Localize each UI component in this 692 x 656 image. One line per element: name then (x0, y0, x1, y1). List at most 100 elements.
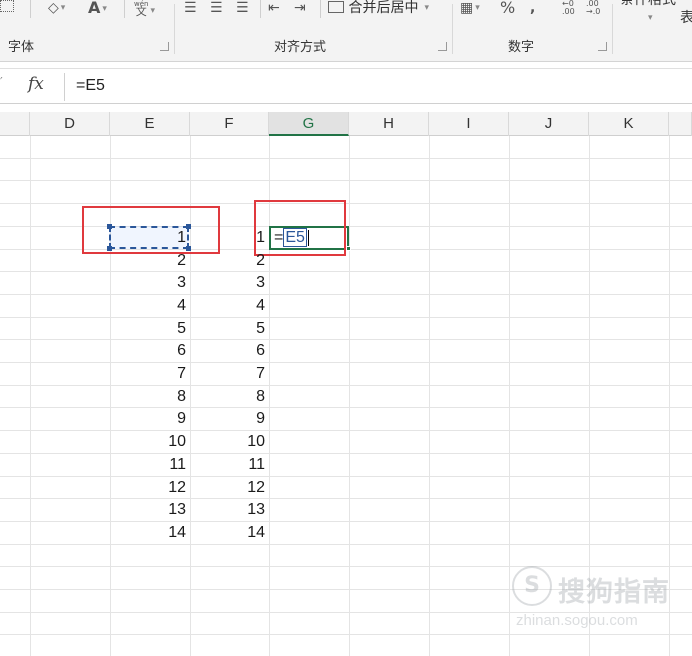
table-format-button[interactable]: 表 (680, 10, 692, 30)
column-header-partial[interactable] (669, 112, 692, 136)
column-f-cell[interactable]: 2 (190, 250, 265, 272)
font-dialog-launcher-icon[interactable] (160, 42, 169, 51)
currency-icon: ▦ (460, 0, 474, 16)
ribbon-separator (30, 0, 31, 18)
column-f-cell[interactable]: 13 (190, 499, 265, 521)
font-color-button[interactable]: A ▾ (88, 0, 107, 20)
column-f-cell[interactable]: 6 (190, 340, 265, 362)
annotation-box-target (254, 200, 346, 256)
group-separator (612, 4, 613, 54)
percent-button[interactable]: % (500, 0, 515, 20)
column-f-cell[interactable]: 7 (190, 363, 265, 385)
dec-decimal-bottom: →.0 (586, 7, 601, 16)
chevron-down-icon: ▾ (475, 3, 480, 13)
inc-decimal-bottom: .00 (562, 7, 575, 16)
chevron-down-icon: ▾ (648, 13, 653, 23)
column-f-cell[interactable]: 9 (190, 408, 265, 430)
watermark-logo-icon: S (512, 566, 552, 606)
column-gridline (509, 136, 510, 656)
phonetic-char: 文 (135, 5, 147, 18)
number-dialog-launcher-icon[interactable] (598, 42, 607, 51)
watermark-url: zhinan.sogou.com (516, 612, 638, 629)
column-e-cell[interactable]: 8 (110, 386, 186, 408)
column-e-cell[interactable]: 11 (110, 454, 186, 476)
conditional-format-label: 条件格式 (620, 0, 676, 8)
column-gridline (349, 136, 350, 656)
ribbon: ◇ ▾ A ▾ wén 文 ▾ ☰ ☰ ☰ ⇤ ⇥ 合并后居中 ▾ ▦ ▾ % , ←0… (0, 0, 692, 62)
column-e-cell[interactable]: 6 (110, 340, 186, 362)
formula-bar-separator (64, 73, 65, 101)
paint-bucket-icon: ◇ (48, 0, 59, 16)
table-format-label: 表 (680, 10, 692, 26)
percent-label: % (500, 0, 516, 17)
decrease-indent-button[interactable]: ⇤ (268, 0, 280, 20)
group-separator (174, 4, 175, 54)
fill-color-button[interactable]: ◇ ▾ (48, 0, 65, 20)
column-gridline (30, 136, 31, 656)
column-f-cell[interactable]: 12 (190, 477, 265, 499)
column-f-cell[interactable]: 11 (190, 454, 265, 476)
column-e-cell[interactable]: 4 (110, 295, 186, 317)
comma-label: , (530, 0, 536, 16)
alignment-dialog-launcher-icon[interactable] (438, 42, 447, 51)
column-f-cell[interactable]: 10 (190, 431, 265, 453)
column-e-cell[interactable]: 1 (110, 227, 186, 249)
merge-center-button[interactable]: 合并后居中 ▾ (328, 0, 429, 20)
align-center-icon: ☰ (210, 0, 223, 16)
column-header-partial[interactable] (0, 112, 30, 136)
border-button[interactable] (0, 0, 14, 20)
increase-indent-button[interactable]: ⇥ (294, 0, 306, 20)
merge-center-label: 合并后居中 (348, 0, 419, 16)
insert-function-icon[interactable]: fx (28, 74, 44, 94)
column-header-j[interactable]: J (509, 112, 589, 136)
align-right-button[interactable]: ☰ (236, 0, 249, 20)
ribbon-separator (260, 0, 261, 18)
decrease-decimal-button[interactable]: .00 →.0 (586, 0, 600, 20)
column-f-cell[interactable]: 14 (190, 522, 265, 544)
column-header-k[interactable]: K (589, 112, 669, 136)
chevron-down-icon: ▾ (102, 4, 107, 14)
column-f-cell[interactable]: 8 (190, 386, 265, 408)
watermark-text: 搜狗指南 (558, 577, 670, 608)
font-color-icon: A (88, 0, 101, 17)
accounting-format-button[interactable]: ▦ ▾ (460, 0, 480, 20)
column-header-e[interactable]: E (110, 112, 190, 136)
column-f-cell[interactable]: 4 (190, 295, 265, 317)
phonetic-button[interactable]: wén 文 ▾ (134, 0, 155, 20)
comma-button[interactable]: , (530, 0, 535, 20)
merge-icon (328, 1, 344, 13)
column-header-f[interactable]: F (190, 112, 269, 136)
column-header-d[interactable]: D (30, 112, 110, 136)
column-f-cell[interactable]: 5 (190, 318, 265, 340)
column-e-cell[interactable]: 10 (110, 431, 186, 453)
align-left-button[interactable]: ☰ (184, 0, 197, 20)
column-e-cell[interactable]: 9 (110, 408, 186, 430)
column-e-cell[interactable]: 14 (110, 522, 186, 544)
name-box-edge: ′ (0, 75, 3, 89)
column-e-cell[interactable]: 12 (110, 477, 186, 499)
column-gridline (429, 136, 430, 656)
align-left-icon: ☰ (184, 0, 197, 16)
column-e-cell[interactable]: 13 (110, 499, 186, 521)
group-label-alignment: 对齐方式 (274, 40, 327, 55)
column-f-cell[interactable]: 3 (190, 272, 265, 294)
conditional-format-dropdown[interactable]: ▾ (646, 10, 653, 30)
column-e-cell[interactable]: 5 (110, 318, 186, 340)
align-center-button[interactable]: ☰ (210, 0, 223, 20)
column-e-cell[interactable]: 7 (110, 363, 186, 385)
chevron-down-icon: ▾ (150, 6, 155, 16)
column-e-cell[interactable]: 3 (110, 272, 186, 294)
increase-decimal-button[interactable]: ←0 .00 (562, 0, 575, 20)
align-right-icon: ☰ (236, 0, 249, 16)
column-header-h[interactable]: H (349, 112, 429, 136)
formula-bar: ′ fx =E5 (0, 68, 692, 104)
watermark: S 搜狗指南 zhinan.sogou.com (512, 566, 682, 636)
group-label-font: 字体 (8, 40, 35, 55)
fill-handle[interactable] (346, 246, 351, 251)
column-f-cell[interactable]: 1 (190, 227, 265, 249)
column-e-cell[interactable]: 2 (110, 250, 186, 272)
column-header-i[interactable]: I (429, 112, 509, 136)
chevron-down-icon: ▾ (60, 3, 66, 13)
formula-input[interactable]: =E5 (76, 77, 105, 95)
column-header-g[interactable]: G (269, 112, 349, 136)
